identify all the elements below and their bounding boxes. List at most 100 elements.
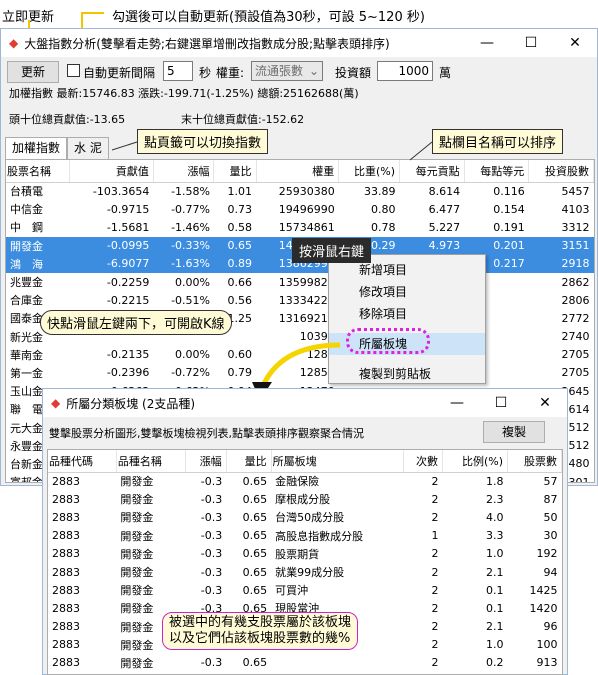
table-cell: 1	[431, 529, 439, 543]
table-cell: 就業99成分股	[275, 566, 345, 580]
ratio-callout-line1: 被選中的有幾支股票屬於該板塊	[169, 615, 352, 630]
table-cell: 開發金	[120, 566, 154, 580]
table-cell: 0.65	[242, 474, 268, 488]
table-cell: 1.8	[486, 474, 504, 488]
table-cell: 2883	[52, 583, 80, 597]
table-row[interactable]: 2883 開發金 -0.3 0.65 台灣50成分股 2 4.0 50	[48, 508, 562, 526]
table-cell: 2	[431, 510, 439, 524]
table-cell: -0.3	[200, 656, 223, 670]
table-cell: 0.65	[242, 529, 268, 543]
table-cell: 2	[431, 620, 439, 634]
app-logo-icon-2: ◆	[51, 396, 61, 410]
table-cell: 2.1	[486, 620, 504, 634]
table-row[interactable]: 2883 開發金 -0.3 0.65 高股息指數成分股 1 3.3 30	[48, 527, 562, 545]
column-header[interactable]: 漲幅	[185, 450, 227, 473]
table-cell: 0.65	[242, 510, 268, 524]
table-cell: 913	[536, 656, 558, 670]
table-cell: -0.3	[200, 583, 223, 597]
table-cell: 金融保險	[275, 475, 320, 489]
table-cell: 2	[431, 565, 439, 579]
table-cell: 57	[543, 474, 558, 488]
copy-button[interactable]: 複製	[483, 421, 545, 443]
table-cell: 0.65	[242, 656, 268, 670]
table-cell: 2	[431, 638, 439, 652]
table-cell: 2883	[52, 510, 80, 524]
flow-arrow	[252, 342, 341, 400]
ratio-callout: 被選中的有幾支股票屬於該板塊 以及它們佔該板塊股票數的幾%	[162, 612, 359, 650]
column-header[interactable]: 品種代碼	[48, 450, 117, 473]
column-header[interactable]: 股票數	[507, 450, 562, 473]
maximize-icon-2[interactable]: ☐	[479, 389, 523, 417]
table-cell: 2.1	[486, 565, 504, 579]
table-cell: 94	[543, 565, 558, 579]
minimize-icon-2[interactable]: —	[435, 389, 479, 417]
table-cell: 開發金	[120, 547, 154, 561]
table-row[interactable]: 2883 開發金 -0.3 0.65 2 0.2 913	[48, 654, 562, 672]
sector-titlebar: ◆ 所屬分類板塊 (2支品種) — ☐ ✕	[43, 389, 567, 417]
table-cell: 2	[431, 492, 439, 506]
table-cell: 2	[431, 601, 439, 615]
sector-info: 雙擊股票分析圖形,雙擊板塊檢視列表,點擊表頭排序觀察聚合情況	[49, 427, 364, 440]
table-cell: 開發金	[120, 475, 154, 489]
table-row[interactable]: 2883 開發金 -0.3 0.65 股票期貨 2 1.0 192	[48, 545, 562, 563]
table-cell	[271, 654, 404, 672]
column-header[interactable]: 量比	[226, 450, 272, 473]
table-cell: 開發金	[120, 511, 154, 525]
table-cell: 3.3	[486, 529, 504, 543]
table-cell: 192	[536, 547, 558, 561]
table-cell: 開發金	[120, 493, 154, 507]
column-header[interactable]: 品種名稱	[116, 450, 187, 473]
table-cell: 開發金	[120, 584, 154, 598]
column-header[interactable]: 次數	[403, 450, 443, 473]
table-cell: 摩根成分股	[275, 493, 331, 507]
table-cell: 100	[536, 638, 558, 652]
table-cell: 2883	[52, 638, 80, 652]
table-row[interactable]: 2883 開發金 -0.3 0.65 金融保險 2 1.8 57	[48, 472, 562, 490]
table-cell: 2883	[52, 474, 80, 488]
table-cell: 2	[431, 474, 439, 488]
table-cell: 50	[543, 510, 558, 524]
table-cell: -0.3	[200, 565, 223, 579]
table-cell: 96	[543, 620, 558, 634]
table-cell: 開發金	[120, 529, 154, 543]
table-cell: 開發金	[120, 656, 154, 670]
table-cell: -0.3	[200, 492, 223, 506]
table-cell: 2883	[52, 656, 80, 670]
table-cell: -0.3	[200, 474, 223, 488]
table-cell: 0.65	[242, 547, 268, 561]
table-cell: 2883	[52, 565, 80, 579]
table-cell: 0.1	[486, 601, 504, 615]
column-header[interactable]: 比例(%)	[442, 450, 509, 473]
table-cell: 高股息指數成分股	[275, 529, 364, 543]
table-cell: 2883	[52, 492, 80, 506]
table-cell: 可買沖	[275, 584, 309, 598]
table-cell: 2.3	[486, 492, 504, 506]
table-cell: 0.1	[486, 583, 504, 597]
table-cell: 0.2	[486, 656, 504, 670]
table-cell: 4.0	[486, 510, 504, 524]
table-cell: 台灣50成分股	[275, 511, 345, 525]
table-cell: 2	[431, 547, 439, 561]
table-cell: 0.65	[242, 492, 268, 506]
table-cell: -0.3	[200, 510, 223, 524]
table-row[interactable]: 2883 開發金 -0.3 0.65 就業99成分股 2 2.1 94	[48, 563, 562, 581]
close-icon-2[interactable]: ✕	[523, 389, 567, 417]
table-cell: 2883	[52, 529, 80, 543]
table-row[interactable]: 2883 開發金 -0.3 0.65 可買沖 2 0.1 1425	[48, 581, 562, 599]
ratio-callout-line2: 以及它們佔該板塊股票數的幾%	[169, 631, 351, 646]
table-cell: 2	[431, 583, 439, 597]
table-cell: 2	[431, 656, 439, 670]
table-cell: 30	[543, 529, 558, 543]
table-cell: 2883	[52, 620, 80, 634]
table-cell: 0.65	[242, 565, 268, 579]
table-cell: 1.0	[486, 547, 504, 561]
column-header[interactable]: 所屬板塊	[271, 450, 405, 473]
table-cell: 2883	[52, 601, 80, 615]
table-cell: -0.3	[200, 547, 223, 561]
table-cell: 0.65	[242, 583, 268, 597]
table-cell: 2883	[52, 547, 80, 561]
table-cell: 1425	[529, 583, 558, 597]
table-row[interactable]: 2883 開發金 -0.3 0.65 摩根成分股 2 2.3 87	[48, 490, 562, 508]
table-cell: 87	[543, 492, 558, 506]
table-cell: 1.0	[486, 638, 504, 652]
